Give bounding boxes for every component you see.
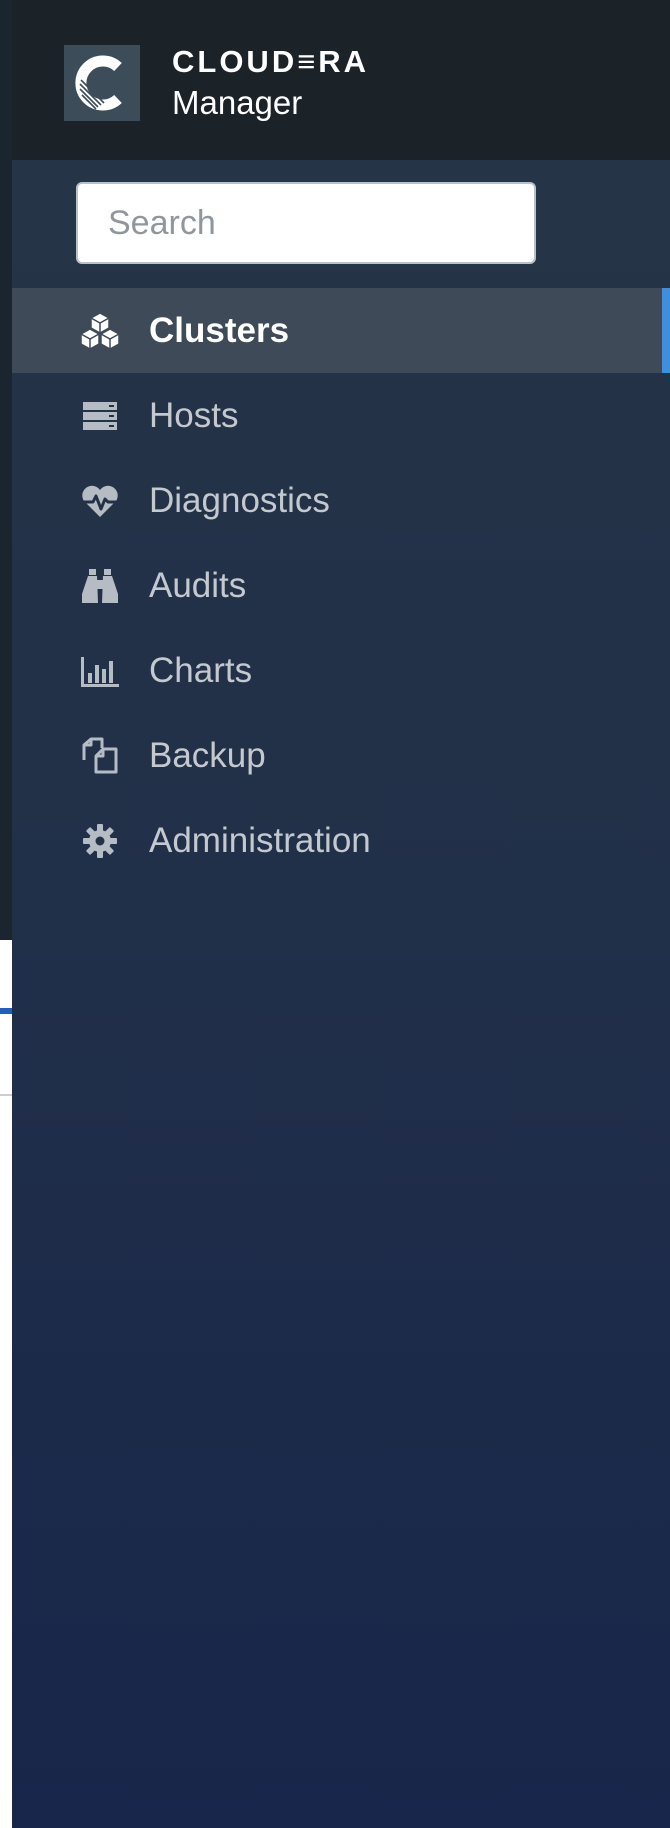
nav-item-diagnostics[interactable]: Diagnostics [12, 458, 670, 543]
nav-item-charts[interactable]: Charts [12, 628, 670, 713]
nav-item-backup[interactable]: Backup [12, 713, 670, 798]
bar-chart-icon [76, 647, 124, 695]
nav-label-diagnostics: Diagnostics [149, 480, 330, 520]
binoculars-icon [76, 562, 124, 610]
search-container [76, 182, 536, 264]
nav-item-hosts[interactable]: Hosts [12, 373, 670, 458]
server-icon [76, 392, 124, 440]
nav-label-charts: Charts [149, 650, 253, 690]
main-nav: Clusters Hosts Diagnostics Audits Charts… [12, 288, 670, 883]
cubes-icon [76, 307, 124, 355]
background-window-dark-strip [0, 0, 12, 940]
cloudera-c-logo-icon [75, 55, 122, 111]
gear-icon [76, 817, 124, 865]
background-window-edge [0, 0, 12, 1828]
nav-label-audits: Audits [149, 565, 247, 605]
cloudera-logo-icon [64, 45, 140, 121]
sidebar: CLOUD≡RA Manager Search Clusters Hosts D… [12, 0, 670, 1828]
nav-label-clusters: Clusters [149, 310, 290, 350]
brand-product-name: Manager [172, 84, 303, 121]
background-window-divider [0, 1094, 12, 1096]
background-window-blue-mark [0, 1008, 12, 1014]
page: CLOUD≡RA Manager Search Clusters Hosts D… [0, 0, 670, 1828]
nav-item-administration[interactable]: Administration [12, 798, 670, 883]
nav-label-backup: Backup [149, 735, 266, 775]
brand-header[interactable]: CLOUD≡RA Manager [12, 0, 670, 160]
nav-item-clusters[interactable]: Clusters [12, 288, 670, 373]
nav-label-hosts: Hosts [149, 395, 239, 435]
heartbeat-icon [76, 477, 124, 525]
nav-item-audits[interactable]: Audits [12, 543, 670, 628]
search-input[interactable] [76, 182, 536, 264]
copy-files-icon [76, 732, 124, 780]
brand-name: CLOUD≡RA [172, 44, 370, 79]
nav-label-administration: Administration [149, 820, 371, 860]
